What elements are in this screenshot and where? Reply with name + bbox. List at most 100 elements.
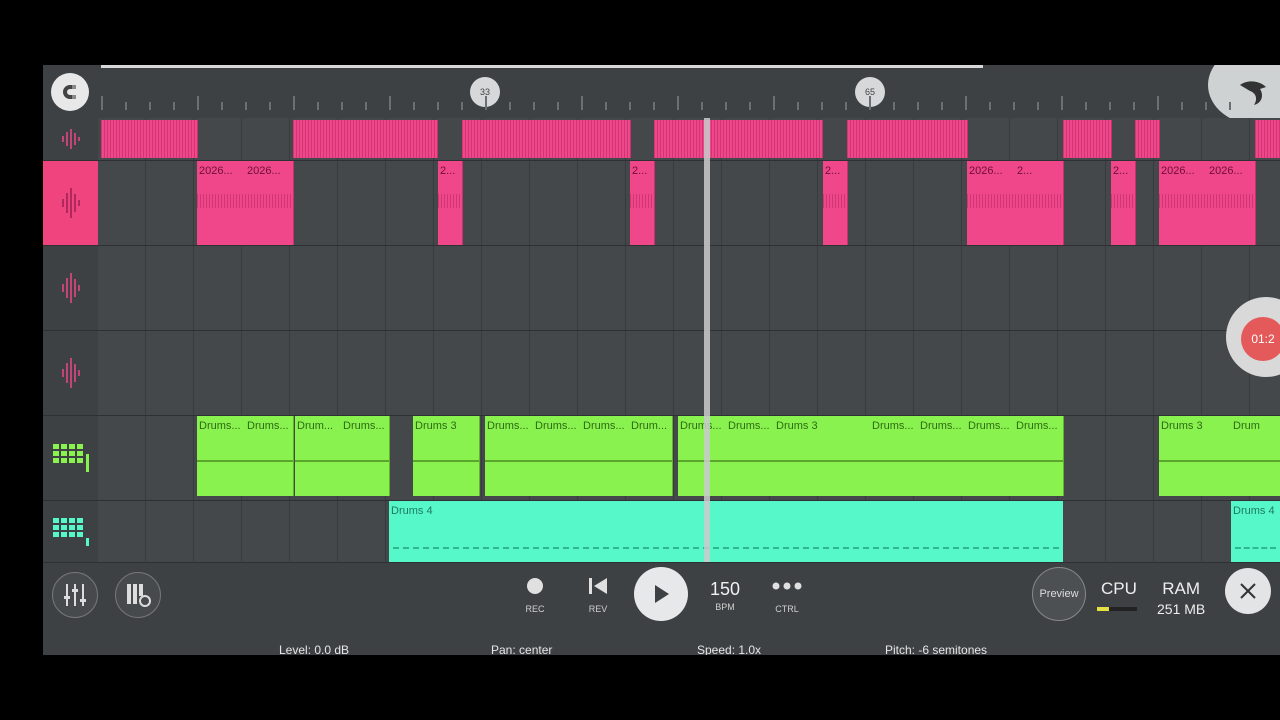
ruler-tick <box>173 102 175 110</box>
ruler-tick <box>197 96 199 110</box>
pattern-clip[interactable]: Drums... <box>678 416 727 496</box>
pattern-clip[interactable]: Drums 3 <box>774 416 871 496</box>
audio-clip[interactable]: 2026... <box>967 161 1016 245</box>
rewind-button[interactable]: REV <box>575 577 621 614</box>
track-lane-4[interactable] <box>98 331 1280 416</box>
audio-clip[interactable]: 2026... <box>1159 161 1208 245</box>
bottom-toolbar: REC REV 150 BPM CTRL Preview CPU RAM 251… <box>43 562 1280 655</box>
audio-clip[interactable]: 2... <box>630 161 655 245</box>
track-lane-1[interactable] <box>98 118 1280 161</box>
pattern-clip[interactable]: Drum... <box>295 416 342 496</box>
close-icon <box>1240 583 1256 599</box>
track-lane-3[interactable] <box>98 246 1280 331</box>
fruit-logo-icon <box>1240 81 1266 105</box>
ruler-tick <box>1085 102 1087 110</box>
cpu-label: CPU <box>1101 579 1137 598</box>
ram-indicator: RAM 251 MB <box>1157 579 1205 617</box>
ruler-tick <box>125 102 127 110</box>
pattern-clip[interactable]: Drum <box>1231 416 1280 496</box>
tempo-value: 150 <box>709 579 741 599</box>
playhead[interactable] <box>704 118 710 562</box>
audio-clip[interactable]: 2026... <box>197 161 246 245</box>
ruler-tick <box>989 102 991 110</box>
pattern-clip[interactable]: Drum... <box>629 416 673 496</box>
track-header-2[interactable] <box>43 161 98 246</box>
mixer-sliders-icon <box>64 584 86 606</box>
step-sequencer-icon <box>52 444 89 472</box>
pattern-clip[interactable]: Drums 3 <box>1159 416 1232 496</box>
pattern-clip[interactable]: Drums... <box>918 416 967 496</box>
pattern-clip[interactable]: Drums... <box>966 416 1015 496</box>
audio-clip[interactable]: 2... <box>438 161 463 245</box>
pattern-clip[interactable]: Drums... <box>197 416 246 496</box>
audio-clip[interactable] <box>293 120 438 158</box>
pattern-clip[interactable]: Drums... <box>533 416 582 496</box>
mixer-button[interactable] <box>52 572 98 618</box>
track-header-6[interactable] <box>43 501 98 563</box>
pattern-clip[interactable]: Drums 4 <box>389 501 1063 562</box>
ruler-tick <box>629 102 631 110</box>
ruler-tick <box>101 96 103 110</box>
ruler-tick <box>893 102 895 110</box>
preview-button[interactable]: Preview <box>1032 567 1086 621</box>
record-icon <box>527 578 543 594</box>
pattern-clip[interactable]: Drums 3 <box>413 416 480 496</box>
track-lane-6[interactable]: Drums 4 Drums 4 <box>98 501 1280 563</box>
pattern-clip[interactable]: Drums... <box>581 416 630 496</box>
track-header-3[interactable] <box>43 246 98 331</box>
pattern-clip[interactable]: Drums... <box>726 416 775 496</box>
ruler-tick <box>1061 96 1063 110</box>
magnet-icon <box>63 85 76 99</box>
track-lane-5[interactable]: Drums... Drums... Drum... Drums... Drums… <box>98 416 1280 501</box>
timeline-ruler[interactable]: 33 65 <box>43 65 1280 125</box>
speed-readout: Speed: 1.0x <box>697 643 762 655</box>
play-icon <box>655 585 669 603</box>
track-header-5[interactable] <box>43 416 98 501</box>
audio-clip[interactable]: 2026... <box>1207 161 1256 245</box>
track-lane-2[interactable]: 2026... 2026... 2... 2... 2... 2026... 2… <box>98 161 1280 246</box>
audio-clip[interactable]: 2... <box>823 161 848 245</box>
pattern-clip[interactable]: Drums 4 <box>1231 501 1280 562</box>
pattern-clip[interactable]: Drums... <box>485 416 534 496</box>
track-header-1[interactable] <box>43 118 98 161</box>
ruler-tick <box>581 96 583 110</box>
track-header-4[interactable] <box>43 331 98 416</box>
ctrl-button[interactable]: CTRL <box>764 577 810 614</box>
fl-studio-logo[interactable] <box>1208 65 1280 125</box>
piano-gear-icon <box>127 584 151 607</box>
ruler-tick <box>869 96 871 110</box>
channel-settings-button[interactable] <box>115 572 161 618</box>
close-button[interactable] <box>1225 568 1271 614</box>
pattern-clip[interactable]: Drums... <box>341 416 390 496</box>
horizontal-scrollbar[interactable] <box>101 65 983 68</box>
ruler-tick <box>317 102 319 110</box>
pattern-clip[interactable]: Drums... <box>1014 416 1064 496</box>
skip-back-icon <box>589 578 607 594</box>
audio-clip[interactable] <box>1135 120 1160 158</box>
ruler-tick <box>1229 102 1231 110</box>
tempo-label: BPM <box>715 602 735 612</box>
tempo-display[interactable]: 150 BPM <box>701 579 749 612</box>
ruler-tick <box>1181 102 1183 110</box>
play-button[interactable] <box>634 567 688 621</box>
snap-magnet-button[interactable] <box>51 73 89 111</box>
ruler-tick <box>797 102 799 110</box>
audio-clip[interactable] <box>462 120 631 158</box>
ruler-tick <box>653 102 655 110</box>
audio-clip[interactable] <box>847 120 968 158</box>
pattern-clip[interactable]: Drums... <box>870 416 919 496</box>
audio-clip[interactable]: 2... <box>1111 161 1136 245</box>
level-readout: Level: 0.0 dB <box>279 643 350 655</box>
record-button[interactable]: REC <box>512 577 558 614</box>
audio-clip[interactable] <box>1255 120 1280 158</box>
audio-clip[interactable] <box>101 120 198 158</box>
ruler-tick <box>917 102 919 110</box>
waveform-icon <box>61 358 80 388</box>
pattern-clip[interactable]: Drums... <box>245 416 294 496</box>
audio-clip[interactable] <box>1063 120 1112 158</box>
audio-clip[interactable]: 2... <box>1015 161 1064 245</box>
audio-clip[interactable] <box>654 120 823 158</box>
ram-value: 251 MB <box>1157 601 1206 617</box>
ruler-tick <box>821 102 823 110</box>
audio-clip[interactable]: 2026... <box>245 161 294 245</box>
